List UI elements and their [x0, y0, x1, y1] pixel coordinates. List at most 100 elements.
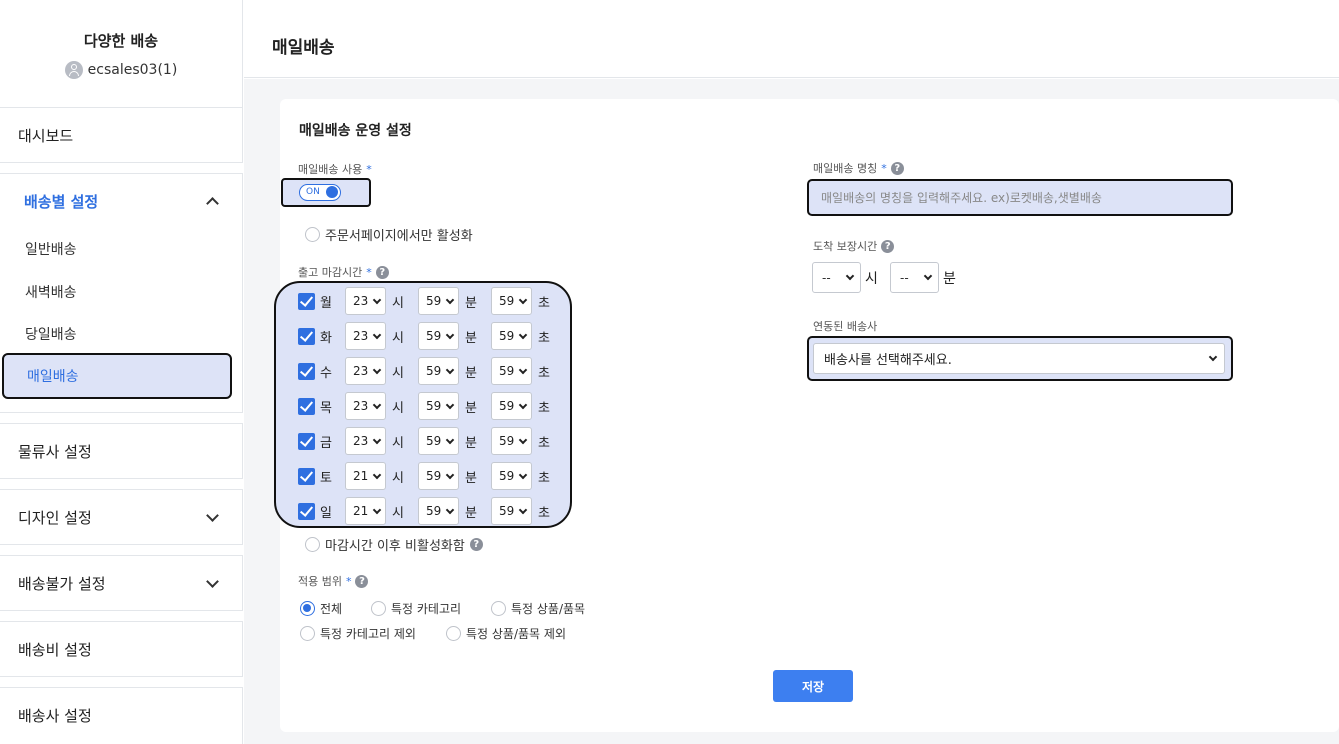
chevron-down-icon — [445, 400, 455, 409]
hour-select[interactable]: 21 — [345, 497, 386, 525]
scope-exclude-product-radio[interactable]: 특정 상품/품목 제외 — [446, 625, 566, 642]
sidebar-item-sameday[interactable]: 당일배송 — [0, 315, 243, 353]
select-value: -- — [900, 270, 909, 285]
delivery-name-input[interactable]: 매일배송의 명칭을 입력해주세요. ex)로켓배송,샛별배송 — [807, 179, 1233, 216]
minute-select[interactable]: 59 — [417, 287, 459, 315]
minute-select[interactable]: 59 — [417, 462, 459, 490]
disable-after-cutoff-radio[interactable]: 마감시간 이후 비활성화함 ? — [305, 535, 483, 554]
second-select[interactable]: 59 — [490, 357, 532, 385]
select-value: 23 — [353, 364, 369, 378]
second-select[interactable]: 59 — [490, 462, 532, 490]
scope-exclude-category-radio[interactable]: 특정 카테고리 제외 — [300, 625, 416, 642]
minute-select[interactable]: 59 — [417, 392, 459, 420]
scope-option-label: 특정 카테고리 제외 — [320, 627, 416, 641]
day-checkbox[interactable] — [298, 327, 315, 345]
second-select[interactable]: 59 — [490, 322, 532, 350]
minute-select[interactable]: 59 — [417, 322, 459, 350]
second-select[interactable]: 59 — [490, 427, 532, 455]
user-info[interactable]: ecsales03(1) — [0, 61, 242, 79]
nav-carrier-settings[interactable]: 배송사 설정 — [0, 688, 243, 742]
sidebar-item-dawn[interactable]: 새벽배송 — [0, 273, 243, 311]
select-value: 23 — [353, 329, 369, 343]
scope-all-radio[interactable]: 전체 — [300, 600, 342, 617]
nav-logistics[interactable]: 물류사 설정 — [0, 424, 243, 478]
page-title: 매일배송 — [272, 38, 335, 58]
hour-select[interactable]: 23 — [345, 322, 386, 350]
day-checkbox[interactable] — [298, 397, 315, 415]
day-checkbox[interactable] — [298, 467, 315, 485]
minute-select[interactable]: 59 — [417, 427, 459, 455]
help-icon[interactable]: ? — [890, 161, 904, 175]
carrier-select[interactable]: 배송사를 선택해주세요. — [813, 343, 1225, 374]
unit-min-label: 분 — [464, 400, 477, 416]
help-icon[interactable]: ? — [881, 239, 895, 253]
unit-min-label: 분 — [464, 295, 477, 311]
nav-undeliverable[interactable]: 배송불가 설정 — [0, 556, 243, 610]
scope-option-label: 특정 상품/품목 제외 — [466, 627, 566, 641]
help-icon[interactable]: ? — [375, 265, 389, 279]
day-checkbox[interactable] — [298, 432, 315, 450]
select-value: 59 — [498, 504, 515, 518]
user-icon — [64, 61, 83, 79]
chevron-down-icon — [445, 470, 455, 479]
guarantee-hour-select[interactable]: -- — [812, 262, 861, 293]
save-button[interactable]: 저장 — [773, 670, 853, 702]
chevron-down-icon — [372, 435, 382, 444]
scope-product-radio[interactable]: 특정 상품/품목 — [491, 600, 585, 617]
chevron-down-icon — [206, 508, 219, 522]
schedule-row: 월 23 시 59 분 59 초 — [298, 287, 564, 315]
sidebar-item-normal[interactable]: 일반배송 — [0, 230, 243, 268]
sidebar-item-label: 매일배송 — [27, 369, 79, 385]
radio-circle-icon — [491, 601, 506, 616]
scope-category-radio[interactable]: 특정 카테고리 — [371, 600, 461, 617]
select-value: 59 — [498, 364, 515, 378]
minute-select[interactable]: 59 — [417, 497, 459, 525]
second-select[interactable]: 59 — [490, 392, 532, 420]
chevron-down-icon — [445, 365, 455, 374]
unit-min-label: 분 — [464, 470, 477, 486]
day-checkbox[interactable] — [298, 502, 315, 520]
select-value: 59 — [425, 504, 442, 518]
day-label: 월 — [320, 295, 332, 311]
unit-sec-label: 초 — [537, 470, 550, 486]
guarantee-min-select[interactable]: -- — [890, 262, 939, 293]
nav-delivery-settings[interactable]: 배송별 설정 — [0, 174, 243, 228]
help-icon[interactable]: ? — [355, 574, 369, 588]
select-value: 21 — [353, 469, 369, 483]
select-value: 59 — [425, 294, 442, 308]
sidebar-item-daily[interactable]: 매일배송 — [2, 353, 232, 399]
minute-select[interactable]: 59 — [417, 357, 459, 385]
select-value: 59 — [498, 469, 515, 483]
second-select[interactable]: 59 — [490, 287, 532, 315]
hour-select[interactable]: 21 — [345, 462, 386, 490]
day-label: 화 — [320, 330, 332, 346]
hour-select[interactable]: 23 — [345, 287, 386, 315]
nav-undeliverable-label: 배송불가 설정 — [18, 574, 106, 593]
nav-dashboard[interactable]: 대시보드 — [0, 108, 243, 162]
required-mark: * — [366, 162, 372, 176]
day-checkbox[interactable] — [298, 362, 315, 380]
nav-divider — [0, 162, 243, 174]
daily-delivery-toggle[interactable]: ON — [299, 184, 341, 201]
second-select[interactable]: 59 — [490, 497, 532, 525]
unit-hour-label: 시 — [392, 330, 404, 346]
unit-min-label: 분 — [464, 435, 477, 451]
nav-design[interactable]: 디자인 설정 — [0, 490, 243, 544]
chevron-down-icon — [518, 505, 528, 514]
use-label: 매일배송 사용 * — [298, 161, 372, 177]
day-checkbox[interactable] — [298, 292, 315, 310]
chevron-down-icon — [372, 295, 382, 304]
hour-select[interactable]: 23 — [345, 427, 386, 455]
checkout-only-radio[interactable]: 주문서페이지에서만 활성화 — [305, 225, 473, 244]
chevron-down-icon — [445, 505, 455, 514]
hour-select[interactable]: 23 — [345, 357, 386, 385]
name-label-text: 매일배송 명칭 — [813, 162, 878, 175]
select-value: -- — [822, 270, 831, 285]
day-label: 금 — [320, 435, 332, 451]
nav-shipping-fee[interactable]: 배송비 설정 — [0, 622, 243, 676]
chevron-down-icon — [518, 435, 528, 444]
hour-select[interactable]: 23 — [345, 392, 386, 420]
help-icon[interactable]: ? — [469, 538, 483, 551]
select-value: 23 — [353, 434, 369, 448]
brand-block: 다양한 배송 ecsales03(1) — [0, 0, 242, 108]
